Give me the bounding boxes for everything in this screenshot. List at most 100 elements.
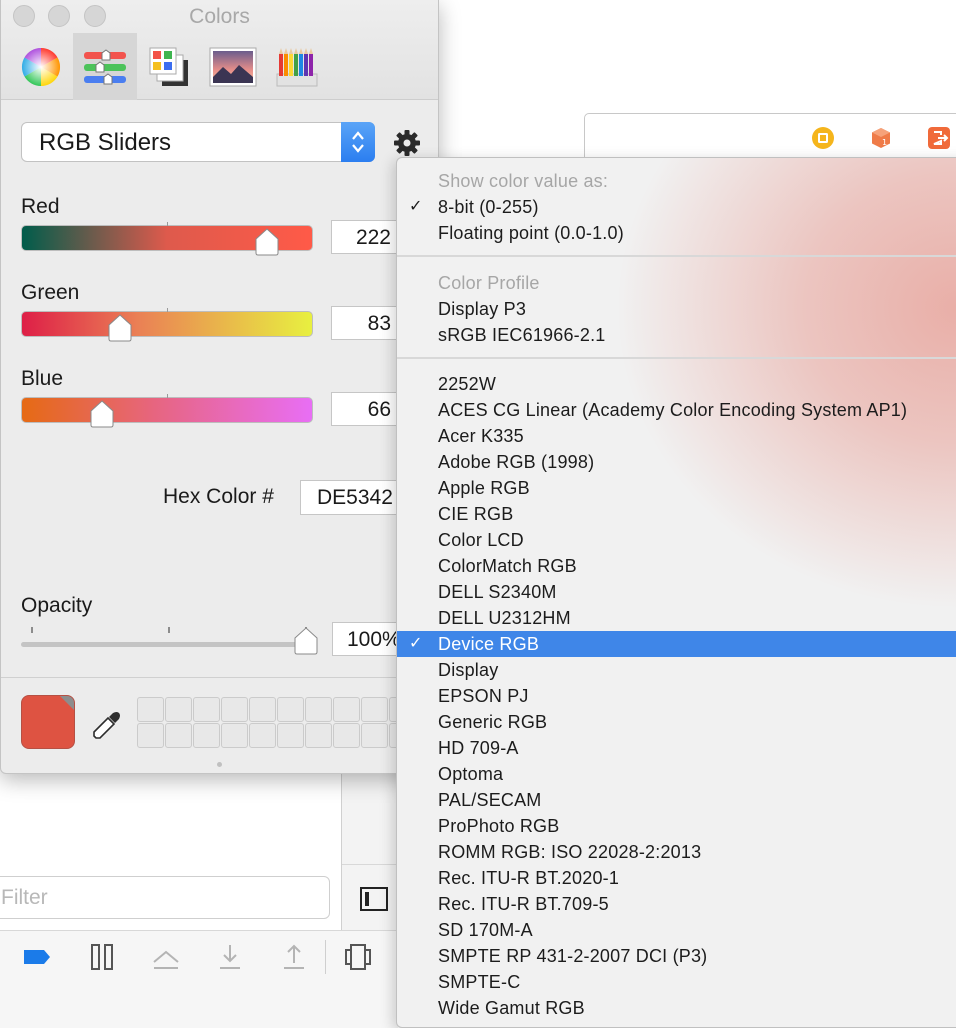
menu-item-label: DELL S2340M: [438, 582, 557, 602]
menu-item-profile[interactable]: PAL/SECAM: [397, 787, 956, 813]
menu-item-profile[interactable]: DELL U2312HM: [397, 605, 956, 631]
menu-item-profile[interactable]: Acer K335: [397, 423, 956, 449]
slider-tick: [31, 627, 33, 633]
empty-swatch[interactable]: [193, 723, 220, 748]
menu-item-profile[interactable]: CIE RGB: [397, 501, 956, 527]
menu-header-value: Show color value as:: [438, 171, 609, 191]
hex-color-field[interactable]: DE5342: [300, 480, 410, 515]
menu-separator: [397, 255, 956, 257]
empty-swatch[interactable]: [193, 697, 220, 722]
menu-item-profile[interactable]: ROMM RGB: ISO 22028-2:2013: [397, 839, 956, 865]
menu-item-label: EPSON PJ: [438, 686, 529, 706]
slider-tick: [168, 627, 170, 633]
menu-item-profile[interactable]: 2252W: [397, 371, 956, 397]
tab-image-palettes[interactable]: [201, 33, 265, 100]
empty-swatch[interactable]: [277, 723, 304, 748]
menu-item-profile[interactable]: Generic RGB: [397, 709, 956, 735]
tab-color-wheel[interactable]: [9, 33, 73, 100]
hex-color-label: Hex Color #: [163, 485, 274, 508]
empty-swatch[interactable]: [165, 697, 192, 722]
step-out-icon[interactable]: [279, 942, 309, 972]
blue-slider-thumb[interactable]: [90, 400, 114, 428]
empty-swatch[interactable]: [249, 723, 276, 748]
step-over-icon[interactable]: [151, 942, 181, 972]
green-label: Green: [21, 281, 80, 304]
tab-color-sliders[interactable]: [73, 33, 137, 100]
green-slider[interactable]: [21, 308, 313, 337]
empty-swatch[interactable]: [137, 697, 164, 722]
menu-item-profile[interactable]: SD 170M-A: [397, 917, 956, 943]
blue-label: Blue: [21, 367, 64, 390]
opacity-slider[interactable]: [21, 642, 313, 647]
empty-swatch[interactable]: [305, 697, 332, 722]
menu-item-label: DELL U2312HM: [438, 608, 571, 628]
menu-item-profile[interactable]: Display: [397, 657, 956, 683]
menu-item-label: Apple RGB: [438, 478, 530, 498]
menu-item-display-p3[interactable]: Display P3: [397, 296, 956, 322]
menu-item-profile[interactable]: EPSON PJ: [397, 683, 956, 709]
menu-item-label: Floating point (0.0-1.0): [438, 223, 624, 243]
image-icon: [209, 47, 257, 86]
menu-item-srgb[interactable]: sRGB IEC61966-2.1: [397, 322, 956, 348]
empty-swatch[interactable]: [361, 723, 388, 748]
menu-item-floating-point[interactable]: Floating point (0.0-1.0): [397, 220, 956, 246]
empty-swatch[interactable]: [305, 723, 332, 748]
exit-icon[interactable]: [927, 126, 951, 150]
gear-icon[interactable]: [393, 129, 421, 157]
tab-pencils[interactable]: [265, 33, 329, 100]
menu-item-profile[interactable]: ✓ Device RGB: [397, 631, 956, 657]
menu-item-label: HD 709-A: [438, 738, 519, 758]
resize-handle[interactable]: [217, 762, 222, 767]
menu-item-profile[interactable]: DELL S2340M: [397, 579, 956, 605]
menu-item-profile[interactable]: Rec. ITU-R BT.709-5: [397, 891, 956, 917]
empty-swatch[interactable]: [221, 697, 248, 722]
menu-item-profile[interactable]: Apple RGB: [397, 475, 956, 501]
empty-swatch[interactable]: [277, 697, 304, 722]
sidebar-toggle-icon[interactable]: [359, 886, 389, 912]
empty-swatch[interactable]: [249, 697, 276, 722]
menu-item-label: CIE RGB: [438, 504, 514, 524]
menu-item-profile[interactable]: Optoma: [397, 761, 956, 787]
debug-view-hierarchy-icon[interactable]: [343, 942, 373, 972]
red-slider-thumb[interactable]: [255, 228, 279, 256]
view-controller-icon[interactable]: [811, 126, 835, 150]
menu-item-profile[interactable]: Rec. ITU-R BT.2020-1: [397, 865, 956, 891]
menu-item-profile[interactable]: Color LCD: [397, 527, 956, 553]
step-into-icon[interactable]: [215, 942, 245, 972]
menu-item-8bit[interactable]: ✓ 8-bit (0-255): [397, 194, 956, 220]
empty-swatch[interactable]: [361, 697, 388, 722]
menu-item-profile[interactable]: HD 709-A: [397, 735, 956, 761]
menu-item-profile[interactable]: ACES CG Linear (Academy Color Encoding S…: [397, 397, 956, 423]
pause-icon[interactable]: [87, 942, 117, 972]
opacity-label: Opacity: [21, 594, 93, 617]
menu-item-profile[interactable]: SMPTE-C: [397, 969, 956, 995]
empty-swatch[interactable]: [165, 723, 192, 748]
window-title: Colors: [189, 5, 250, 28]
green-slider-thumb[interactable]: [108, 314, 132, 342]
svg-text:1: 1: [882, 138, 887, 147]
menu-item-profile[interactable]: SMPTE RP 431-2-2007 DCI (P3): [397, 943, 956, 969]
opacity-slider-thumb[interactable]: [294, 627, 318, 655]
sliders-icon: [84, 48, 126, 84]
breakpoint-icon[interactable]: [22, 942, 52, 972]
menu-item-profile[interactable]: ProPhoto RGB: [397, 813, 956, 839]
blue-slider[interactable]: [21, 394, 313, 423]
menu-item-label: SMPTE RP 431-2-2007 DCI (P3): [438, 946, 708, 966]
slider-tick: [167, 394, 168, 398]
current-color-swatch[interactable]: [21, 695, 75, 749]
menu-item-profile[interactable]: Wide Gamut RGB: [397, 995, 956, 1021]
empty-swatch[interactable]: [221, 723, 248, 748]
empty-swatch[interactable]: [137, 723, 164, 748]
empty-swatch[interactable]: [333, 723, 360, 748]
colors-panel: Colors RGB Sliders Red 222 Green 83 Blue…: [0, 0, 439, 774]
slider-mode-dropdown[interactable]: RGB Sliders: [21, 122, 375, 162]
empty-swatch[interactable]: [333, 697, 360, 722]
menu-item-profile[interactable]: Adobe RGB (1998): [397, 449, 956, 475]
menu-item-profile[interactable]: ColorMatch RGB: [397, 553, 956, 579]
filter-input[interactable]: Filter: [0, 876, 330, 919]
first-responder-icon[interactable]: 1: [869, 126, 893, 150]
checkmark-icon: ✓: [409, 198, 423, 215]
divider: [1, 677, 438, 678]
eyedropper-icon[interactable]: [91, 709, 123, 741]
tab-color-palettes[interactable]: [137, 33, 201, 100]
